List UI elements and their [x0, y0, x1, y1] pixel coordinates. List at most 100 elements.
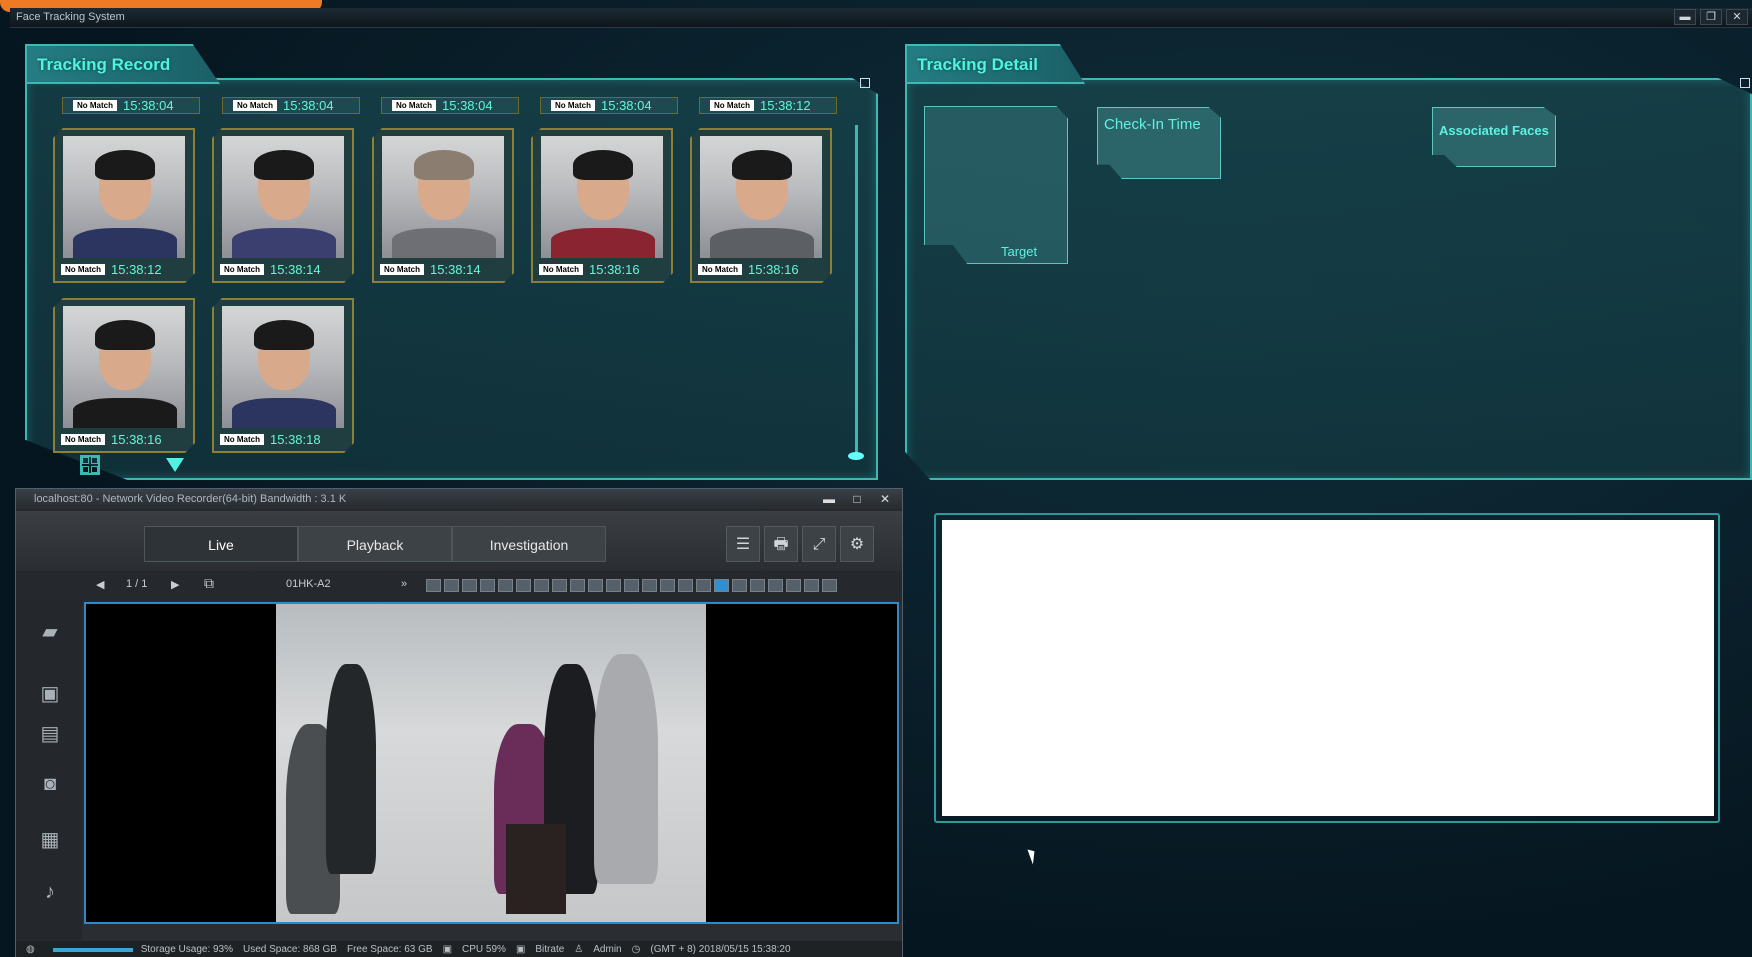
layout-icon[interactable] — [750, 579, 765, 592]
snapshot-icon[interactable]: ◙ — [34, 773, 66, 799]
nvr-maximize-button[interactable]: □ — [846, 491, 868, 507]
capture-time: 15:38:14 — [430, 262, 481, 277]
camera-icon[interactable]: ▣ — [34, 681, 66, 707]
match-badge: No Match — [220, 434, 264, 445]
luggage — [506, 824, 566, 914]
face-photo — [63, 136, 185, 258]
layout-icon[interactable] — [498, 579, 513, 592]
video-frame — [276, 604, 706, 922]
face-thumbnail[interactable]: No Match 15:38:16 — [690, 128, 832, 283]
menu-icon[interactable]: ☰ — [726, 526, 760, 562]
tab-live[interactable]: Live — [144, 526, 298, 562]
face-thumbnail[interactable]: No Match 15:38:18 — [212, 298, 354, 453]
next-page-icon[interactable]: ▶ — [171, 578, 179, 591]
match-badge: No Match — [698, 264, 742, 275]
layout-icon[interactable] — [660, 579, 675, 592]
top-time-label: No Match 15:38:04 — [62, 97, 200, 114]
grid-view-icon[interactable] — [80, 455, 100, 475]
layout-icon[interactable] — [462, 579, 477, 592]
layout-icon[interactable] — [804, 579, 819, 592]
app-titlebar: Face Tracking System ▬ ❐ ✕ — [10, 8, 1752, 28]
tab-playback[interactable]: Playback — [298, 526, 452, 562]
capture-time: 15:38:18 — [270, 432, 321, 447]
capture-time: 15:38:12 — [760, 98, 811, 113]
app-title: Face Tracking System — [16, 11, 125, 23]
record-scrollbar[interactable] — [855, 125, 858, 455]
face-label: No Match 15:38:14 — [380, 262, 481, 277]
layout-icon[interactable] — [624, 579, 639, 592]
panel-corner-icon[interactable] — [860, 78, 870, 88]
match-badge: No Match — [551, 100, 595, 111]
layout-icon[interactable] — [588, 579, 603, 592]
storage-usage: Storage Usage: 93% — [140, 944, 234, 955]
close-button[interactable]: ✕ — [1726, 9, 1748, 25]
face-hair — [254, 150, 314, 180]
layout-icon[interactable] — [570, 579, 585, 592]
cpu-usage: CPU 59% — [462, 944, 506, 955]
layout-icon[interactable] — [480, 579, 495, 592]
layout-icon[interactable] — [822, 579, 837, 592]
fullscreen-icon[interactable]: ⤢ — [802, 526, 836, 562]
window-layout-icon[interactable]: ⧉ — [204, 575, 214, 592]
associated-faces-chip: Associated Faces — [1432, 107, 1556, 167]
layout-icon[interactable] — [768, 579, 783, 592]
match-badge: No Match — [73, 100, 117, 111]
face-label: No Match 15:38:16 — [61, 432, 162, 447]
collapse-arrow-icon[interactable] — [166, 458, 184, 472]
detail-corner-icon[interactable] — [1740, 78, 1750, 88]
face-thumbnail[interactable]: No Match 15:38:14 — [372, 128, 514, 283]
person-figure — [594, 654, 658, 884]
face-thumbnail[interactable]: No Match 15:38:14 — [212, 128, 354, 283]
microphone-icon[interactable]: ♪ — [34, 881, 66, 907]
nvr-sidebar: ▰ ▣ ▤ ◙ ▦ ♪ — [16, 601, 82, 941]
match-badge: No Match — [61, 434, 105, 445]
face-hair — [95, 320, 155, 350]
prev-page-icon[interactable]: ◀ — [96, 578, 104, 591]
nvr-window: localhost:80 - Network Video Recorder(64… — [15, 488, 903, 957]
layout-icon[interactable] — [678, 579, 693, 592]
settings-icon[interactable]: ⚙ — [840, 526, 874, 562]
minimize-button[interactable]: ▬ — [1674, 9, 1696, 25]
user-name: Admin — [593, 944, 622, 955]
layout-icon[interactable] — [606, 579, 621, 592]
face-photo — [63, 306, 185, 428]
capture-time: 15:38:04 — [442, 98, 493, 113]
folder-icon[interactable]: ▰ — [34, 619, 66, 645]
target-box[interactable]: Target — [924, 106, 1068, 264]
capture-time: 15:38:16 — [748, 262, 799, 277]
page-indicator: 1 / 1 — [126, 578, 148, 590]
layout-icon[interactable] — [426, 579, 441, 592]
restore-button[interactable]: ❐ — [1700, 9, 1722, 25]
save-icon[interactable]: ▦ — [34, 827, 66, 853]
nvr-statusbar: ◍ Storage Usage: 93% Used Space: 868 GB … — [16, 941, 902, 957]
layout-icon[interactable] — [552, 579, 567, 592]
nvr-minimize-button[interactable]: ▬ — [818, 491, 840, 507]
face-thumbnail[interactable]: No Match 15:38:12 — [53, 128, 195, 283]
layout-icon[interactable] — [516, 579, 531, 592]
capture-time: 15:38:04 — [123, 98, 174, 113]
live-video[interactable] — [84, 602, 899, 924]
face-thumbnail[interactable]: No Match 15:38:16 — [53, 298, 195, 453]
layout-icon[interactable] — [732, 579, 747, 592]
scroll-knob[interactable] — [848, 452, 864, 460]
tab-investigation[interactable]: Investigation — [452, 526, 606, 562]
more-layouts-icon[interactable]: » — [401, 578, 407, 590]
face-hair — [573, 150, 633, 180]
layout-icon[interactable] — [642, 579, 657, 592]
capture-time: 15:38:04 — [601, 98, 652, 113]
print-icon[interactable]: 🖶 — [764, 526, 798, 562]
layout-icon[interactable] — [786, 579, 801, 592]
face-photo — [541, 136, 663, 258]
storage-bar — [52, 947, 133, 952]
layout-icon[interactable] — [696, 579, 711, 592]
layout-icon[interactable] — [444, 579, 459, 592]
face-photo — [700, 136, 822, 258]
face-thumbnail[interactable]: No Match 15:38:16 — [531, 128, 673, 283]
nvr-navbar: Live Playback Investigation ☰ 🖶 ⤢ ⚙ — [16, 511, 902, 571]
layout-icon[interactable] — [534, 579, 549, 592]
video-camera-icon[interactable]: ▤ — [34, 721, 66, 747]
live-toolbar: ◀ 1 / 1 ▶ ⧉ 01HK-A2 » — [16, 571, 902, 601]
layout-icon-active[interactable] — [714, 579, 729, 592]
face-body — [392, 228, 496, 258]
nvr-close-button[interactable]: ✕ — [874, 491, 896, 507]
